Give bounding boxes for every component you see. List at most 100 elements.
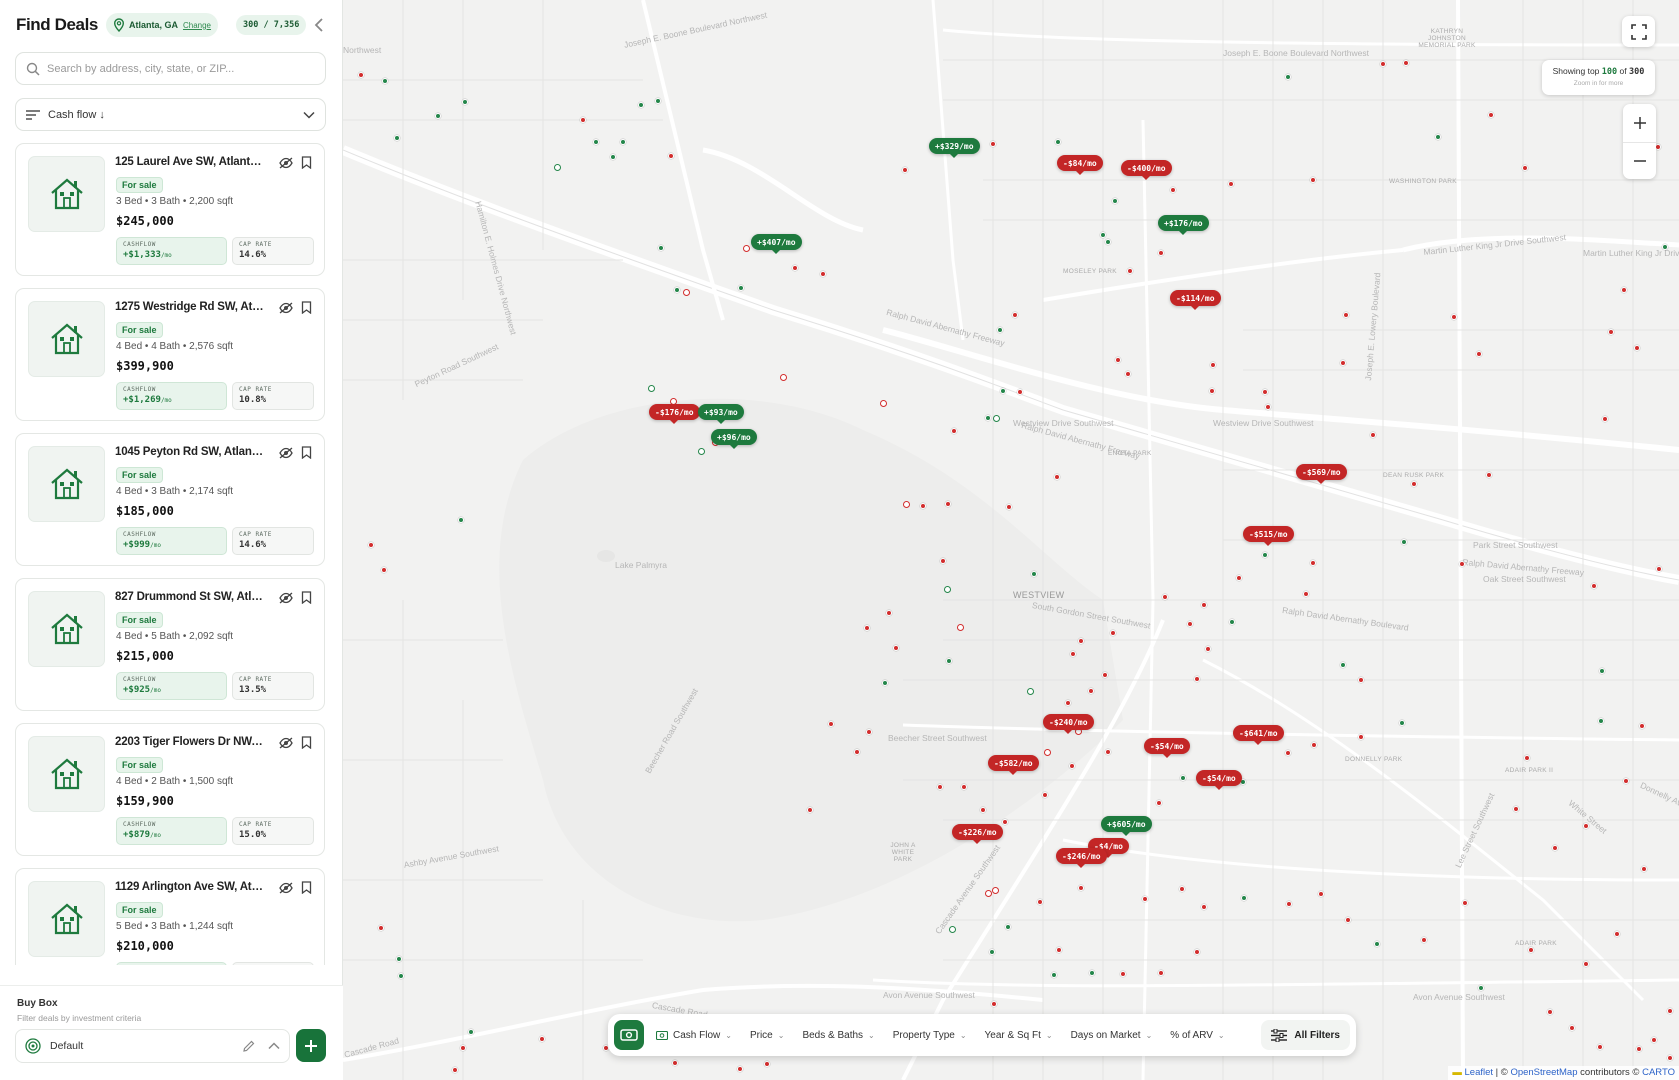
- property-dot[interactable]: [1089, 970, 1095, 976]
- property-dot[interactable]: [1078, 885, 1084, 891]
- property-dot[interactable]: [1002, 819, 1008, 825]
- property-dot[interactable]: [1451, 314, 1457, 320]
- property-dot[interactable]: [1179, 886, 1185, 892]
- property-dot[interactable]: [1621, 287, 1627, 293]
- hide-icon[interactable]: [279, 447, 293, 459]
- property-dot[interactable]: [452, 1067, 458, 1073]
- property-dot[interactable]: [1623, 778, 1629, 784]
- search-box[interactable]: [15, 52, 326, 85]
- cashflow-marker[interactable]: +$407/mo: [751, 234, 802, 254]
- bookmark-icon[interactable]: [301, 301, 312, 314]
- property-dot[interactable]: [1310, 177, 1316, 183]
- property-dot[interactable]: [1286, 901, 1292, 907]
- filter-beds-baths[interactable]: Beds & Baths ⌄: [802, 1030, 874, 1041]
- selected-property-dot[interactable]: [779, 373, 787, 381]
- property-dot[interactable]: [1358, 734, 1364, 740]
- property-dot[interactable]: [1088, 688, 1094, 694]
- property-dot[interactable]: [1105, 749, 1111, 755]
- selected-property-dot[interactable]: [697, 447, 705, 455]
- selected-property-dot[interactable]: [956, 623, 964, 631]
- property-dot[interactable]: [1120, 971, 1126, 977]
- property-dot[interactable]: [1042, 792, 1048, 798]
- selected-property-dot[interactable]: [984, 889, 992, 897]
- property-dot[interactable]: [902, 167, 908, 173]
- property-dot[interactable]: [1285, 74, 1291, 80]
- selected-property-dot[interactable]: [682, 288, 690, 296]
- cashflow-marker[interactable]: +$329/mo: [929, 138, 980, 158]
- cashflow-marker[interactable]: +$605/mo: [1101, 816, 1152, 836]
- property-dot[interactable]: [1528, 947, 1534, 953]
- property-dot[interactable]: [1634, 345, 1640, 351]
- selected-property-dot[interactable]: [943, 585, 951, 593]
- property-dot[interactable]: [1639, 723, 1645, 729]
- property-dot[interactable]: [882, 680, 888, 686]
- selected-property-dot[interactable]: [1026, 687, 1034, 695]
- listing-card[interactable]: 125 Laurel Ave SW, Atlanta, ... For sale 3…: [15, 143, 325, 276]
- property-dot[interactable]: [1303, 591, 1309, 597]
- selected-property-dot[interactable]: [1043, 748, 1051, 756]
- osm-link[interactable]: OpenStreetMap: [1510, 1067, 1577, 1078]
- property-dot[interactable]: [1069, 763, 1075, 769]
- property-dot[interactable]: [1318, 891, 1324, 897]
- add-buy-box-button[interactable]: [296, 1029, 326, 1062]
- property-dot[interactable]: [1065, 700, 1071, 706]
- property-dot[interactable]: [593, 139, 599, 145]
- property-dot[interactable]: [1265, 404, 1271, 410]
- property-dot[interactable]: [1115, 357, 1121, 363]
- property-dot[interactable]: [1070, 651, 1076, 657]
- property-dot[interactable]: [381, 567, 387, 573]
- property-dot[interactable]: [394, 135, 400, 141]
- property-dot[interactable]: [1591, 583, 1597, 589]
- property-dot[interactable]: [655, 98, 661, 104]
- map[interactable]: Joseph E. Boone Boulevard Northwest Josep…: [343, 0, 1679, 1080]
- property-dot[interactable]: [1345, 917, 1351, 923]
- property-dot[interactable]: [989, 949, 995, 955]
- property-dot[interactable]: [1602, 416, 1608, 422]
- listing-card[interactable]: 827 Drummond St SW, Atlant... For sale 4 B…: [15, 578, 325, 711]
- property-dot[interactable]: [1370, 432, 1376, 438]
- listing-card[interactable]: 1045 Peyton Rd SW, Atlanta, ... For sale 4…: [15, 433, 325, 566]
- selected-property-dot[interactable]: [902, 500, 910, 508]
- property-dot[interactable]: [1399, 720, 1405, 726]
- property-dot[interactable]: [1054, 474, 1060, 480]
- property-dot[interactable]: [368, 542, 374, 548]
- property-dot[interactable]: [398, 973, 404, 979]
- property-dot[interactable]: [1285, 750, 1291, 756]
- property-dot[interactable]: [961, 784, 967, 790]
- property-dot[interactable]: [1374, 941, 1380, 947]
- property-dot[interactable]: [1229, 619, 1235, 625]
- filter-days-on-market[interactable]: Days on Market ⌄: [1071, 1030, 1153, 1041]
- property-dot[interactable]: [638, 102, 644, 108]
- selected-property-dot[interactable]: [553, 163, 561, 171]
- filter-year-sqft[interactable]: Year & Sq Ft ⌄: [985, 1030, 1053, 1041]
- bookmark-icon[interactable]: [301, 881, 312, 894]
- property-dot[interactable]: [1170, 187, 1176, 193]
- property-dot[interactable]: [738, 285, 744, 291]
- property-dot[interactable]: [668, 153, 674, 159]
- leaflet-link[interactable]: Leaflet: [1465, 1067, 1494, 1078]
- property-dot[interactable]: [991, 1001, 997, 1007]
- property-dot[interactable]: [997, 327, 1003, 333]
- property-dot[interactable]: [1310, 560, 1316, 566]
- property-dot[interactable]: [1662, 244, 1668, 250]
- property-dot[interactable]: [1187, 621, 1193, 627]
- property-dot[interactable]: [1403, 60, 1409, 66]
- cashflow-marker[interactable]: -$240/mo: [1043, 714, 1094, 734]
- property-dot[interactable]: [674, 287, 680, 293]
- bookmark-icon[interactable]: [301, 446, 312, 459]
- property-dot[interactable]: [1421, 937, 1427, 943]
- selected-property-dot[interactable]: [647, 384, 655, 392]
- property-dot[interactable]: [1656, 566, 1662, 572]
- property-dot[interactable]: [1340, 360, 1346, 366]
- bookmark-icon[interactable]: [301, 591, 312, 604]
- property-dot[interactable]: [1583, 961, 1589, 967]
- property-dot[interactable]: [807, 807, 813, 813]
- property-dot[interactable]: [1209, 388, 1215, 394]
- property-dot[interactable]: [828, 721, 834, 727]
- pencil-icon[interactable]: [242, 1039, 256, 1053]
- property-dot[interactable]: [1158, 250, 1164, 256]
- hide-icon[interactable]: [279, 882, 293, 894]
- property-dot[interactable]: [1037, 899, 1043, 905]
- property-dot[interactable]: [539, 1036, 545, 1042]
- property-dot[interactable]: [1194, 676, 1200, 682]
